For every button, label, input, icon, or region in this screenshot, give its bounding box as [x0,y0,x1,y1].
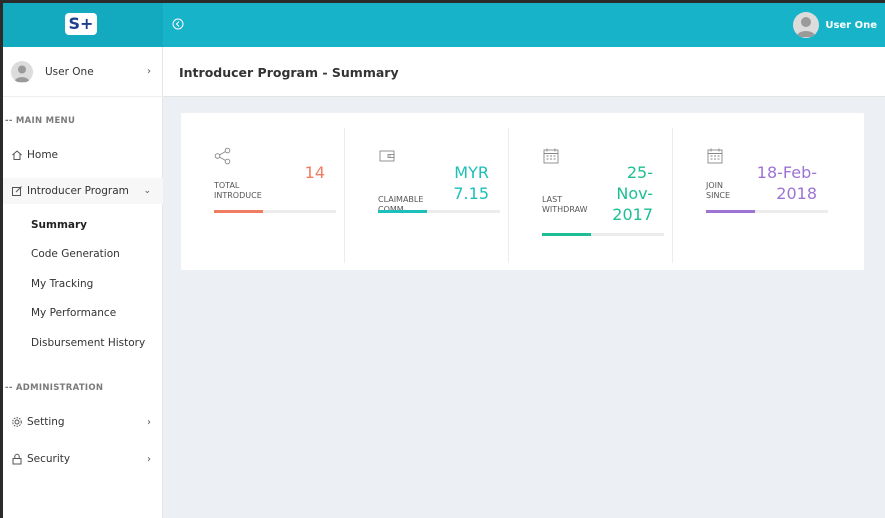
progress-fill [214,210,263,213]
chevron-down-icon: ⌄ [143,186,151,196]
progress-bar [542,233,664,236]
progress-bar [706,210,828,213]
stat-value: MYR 7.15 [453,163,489,203]
edit-icon [12,186,22,196]
stat-value: 18-Feb- 2018 [756,163,817,203]
share-icon [214,147,231,165]
sidebar-item-introducer-program[interactable]: Introducer Program ⌄ [3,178,163,204]
gear-icon [12,417,22,427]
sidebar-subitem-code-generation[interactable]: Code Generation [31,248,120,260]
sidebar-subitem-summary[interactable]: Summary [31,219,87,231]
summary-card: TOTAL INTRODUCE 14 CLAIMABLE COMM. [181,113,864,270]
top-header: S+ User One [3,3,885,47]
logo-area: S+ [3,3,163,47]
stat-value: 14 [304,163,325,182]
progress-fill [706,210,755,213]
sidebar-subitem-my-performance[interactable]: My Performance [31,307,116,319]
sidebar-item-label: Security [27,453,71,465]
sidebar: User One › -- MAIN MENU Home Introducer … [3,47,163,518]
progress-bar [214,210,336,213]
avatar [793,12,820,38]
chevron-right-icon: › [147,453,151,465]
calendar-icon [543,148,559,164]
user-name: User One [825,19,877,31]
stat-join-since: JOIN SINCE 18-Feb- 2018 [673,128,837,263]
stat-total-introduce: TOTAL INTRODUCE 14 [181,128,345,263]
page-title: Introducer Program - Summary [179,65,399,80]
administration-heading: -- ADMINISTRATION [5,383,104,393]
calendar-icon [707,148,723,164]
stat-value: 25- Nov- 2017 [612,163,653,224]
sidebar-profile-name: User One [45,65,94,78]
stat-claimable-comm: CLAIMABLE COMM. MYR 7.15 [345,128,509,263]
progress-fill [542,233,591,236]
page-header: Introducer Program - Summary [163,47,885,97]
collapse-sidebar-icon[interactable] [172,18,184,30]
wallet-icon [379,150,395,162]
stat-last-withdraw: LAST WITHDRAW 25- Nov- 2017 [509,128,673,263]
sidebar-item-label: Introducer Program [27,185,129,197]
user-menu[interactable]: User One [793,12,877,38]
sidebar-item-label: Home [27,149,59,161]
app-frame: S+ User One User One › -- MAIN MENU Home… [3,3,885,518]
sidebar-profile[interactable]: User One › [3,47,163,97]
avatar [11,60,33,83]
chevron-right-icon: › [147,416,151,428]
progress-fill [378,210,427,213]
sidebar-item-setting[interactable]: Setting › [3,409,163,435]
stat-label: LAST WITHDRAW [542,195,588,214]
lock-icon [12,453,22,465]
sidebar-subitem-my-tracking[interactable]: My Tracking [31,278,93,290]
app-logo[interactable]: S+ [65,13,97,35]
stat-label: TOTAL INTRODUCE [214,181,262,200]
home-icon [12,150,22,160]
progress-bar [378,210,500,213]
sidebar-item-home[interactable]: Home [3,142,163,168]
sidebar-item-label: Setting [27,416,65,428]
main-menu-heading: -- MAIN MENU [5,116,76,126]
sidebar-item-security[interactable]: Security › [3,446,163,472]
sidebar-subitem-disbursement-history[interactable]: Disbursement History [31,337,145,349]
chevron-right-icon: › [147,66,151,77]
